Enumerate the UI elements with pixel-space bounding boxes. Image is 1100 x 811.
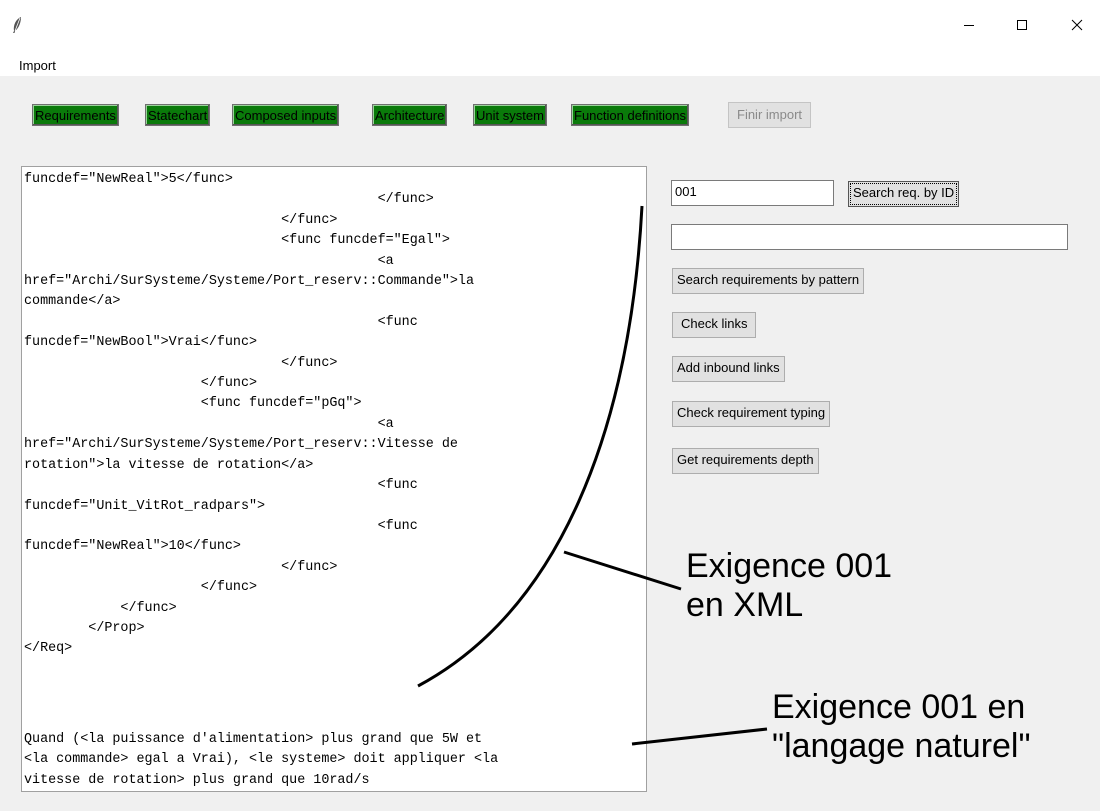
annotation-nl-line2: "langage naturel" [772, 727, 1031, 765]
annotation-xml-line1: Exigence 001 [686, 547, 893, 585]
annotation-nl-line1: Exigence 001 en [772, 688, 1026, 726]
annotation-xml-line2: en XML [686, 586, 804, 624]
xml-bracket-curve [417, 205, 644, 688]
xml-pointer-line [563, 550, 682, 591]
natural-pointer-line [631, 727, 768, 746]
